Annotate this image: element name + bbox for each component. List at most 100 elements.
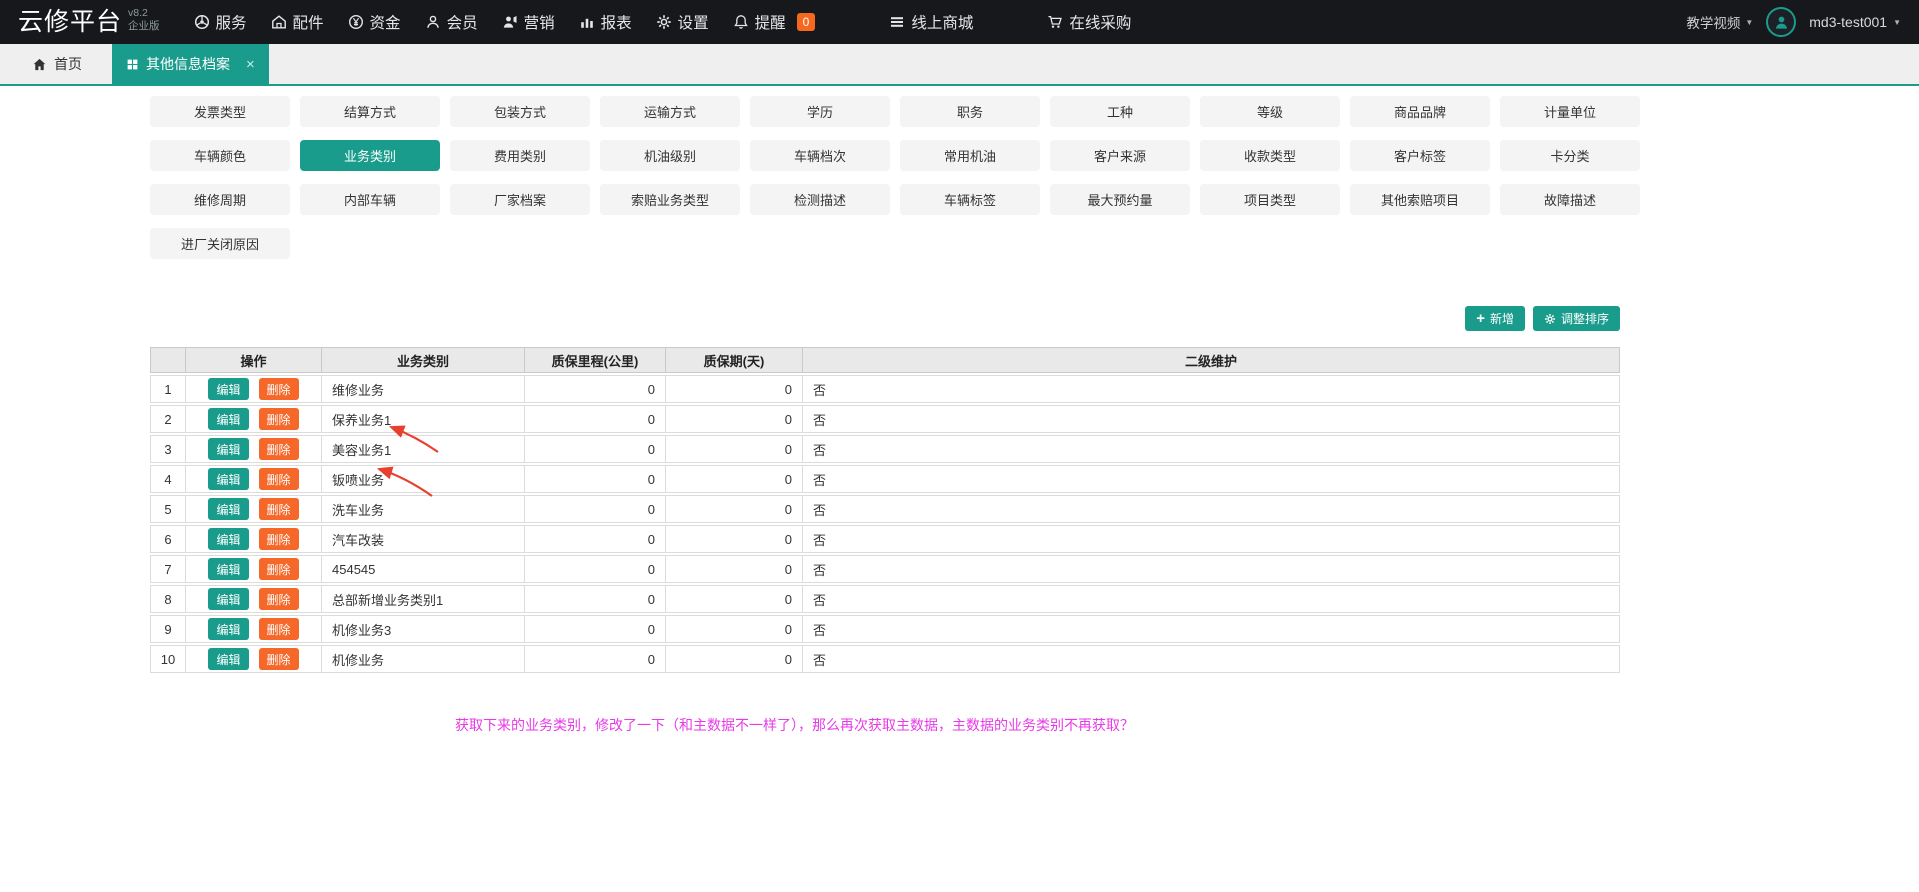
cell-warranty-days: 0 <box>666 615 803 643</box>
edit-button[interactable]: 编辑 <box>208 648 248 670</box>
category-button[interactable]: 其他索赔项目 <box>1350 184 1490 215</box>
tab-other-info-archive[interactable]: 其他信息档案× <box>112 44 269 84</box>
delete-button[interactable]: 删除 <box>259 468 299 490</box>
category-button[interactable]: 等级 <box>1200 96 1340 127</box>
edit-button[interactable]: 编辑 <box>208 498 248 520</box>
cell-warranty-mileage: 0 <box>525 435 666 463</box>
cell-secondary-maintenance: 否 <box>803 585 1620 613</box>
menu-item-label: 资金 <box>370 11 401 33</box>
menu-item-marketing[interactable]: 营销 <box>502 11 555 33</box>
category-button[interactable]: 职务 <box>900 96 1040 127</box>
delete-button[interactable]: 删除 <box>259 498 299 520</box>
delete-button[interactable]: 删除 <box>259 558 299 580</box>
cell-business-type: 维修业务 <box>322 375 525 403</box>
delete-button[interactable]: 删除 <box>259 648 299 670</box>
cell-operations: 编辑删除 <box>186 405 322 433</box>
category-button[interactable]: 故障描述 <box>1500 184 1640 215</box>
delete-button[interactable]: 删除 <box>259 408 299 430</box>
avatar[interactable] <box>1766 7 1796 37</box>
category-button[interactable]: 收款类型 <box>1200 140 1340 171</box>
category-button[interactable]: 车辆档次 <box>750 140 890 171</box>
cell-business-type: 454545 <box>322 555 525 583</box>
edition-label: 企业版 <box>128 20 160 33</box>
delete-button[interactable]: 删除 <box>259 618 299 640</box>
menu-item-members[interactable]: 会员 <box>425 11 478 33</box>
category-button[interactable]: 最大预约量 <box>1050 184 1190 215</box>
edit-button[interactable]: 编辑 <box>208 528 248 550</box>
column-header <box>150 347 186 373</box>
category-button[interactable]: 包装方式 <box>450 96 590 127</box>
menu-item-services[interactable]: 服务 <box>194 11 247 33</box>
category-button[interactable]: 客户标签 <box>1350 140 1490 171</box>
category-button[interactable]: 商品品牌 <box>1350 96 1490 127</box>
category-button[interactable]: 维修周期 <box>150 184 290 215</box>
table-row: 3编辑删除美容业务100否 <box>150 435 1620 463</box>
yen-icon <box>348 14 364 30</box>
menu-item-parts[interactable]: 配件 <box>271 11 324 33</box>
category-button[interactable]: 机油级别 <box>600 140 740 171</box>
cell-secondary-maintenance: 否 <box>803 405 1620 433</box>
category-button[interactable]: 常用机油 <box>900 140 1040 171</box>
category-button[interactable]: 客户来源 <box>1050 140 1190 171</box>
delete-button[interactable]: 删除 <box>259 528 299 550</box>
edit-button[interactable]: 编辑 <box>208 438 248 460</box>
row-index: 10 <box>150 645 186 673</box>
category-button[interactable]: 内部车辆 <box>300 184 440 215</box>
menu-item-label: 线上商城 <box>911 11 973 33</box>
category-button[interactable]: 业务类别 <box>300 140 440 171</box>
menu-item-online-procurement[interactable]: 在线采购 <box>1047 11 1131 33</box>
bell-icon <box>733 14 749 30</box>
tab-close-icon[interactable]: × <box>246 56 255 73</box>
annotation-note: 获取下来的业务类别，修改了一下（和主数据不一样了），那么再次获取主数据，主数据的… <box>455 715 1134 735</box>
cell-operations: 编辑删除 <box>186 555 322 583</box>
menu-item-reports[interactable]: 报表 <box>579 11 632 33</box>
tutorial-videos-link[interactable]: 教学视频 ▼ <box>1686 12 1753 32</box>
category-button[interactable]: 项目类型 <box>1200 184 1340 215</box>
tab-home[interactable]: 首页 <box>14 44 100 84</box>
delete-button[interactable]: 删除 <box>259 588 299 610</box>
edit-button[interactable]: 编辑 <box>208 378 248 400</box>
user-menu[interactable]: md3-test001 ▼ <box>1809 14 1901 30</box>
edit-button[interactable]: 编辑 <box>208 618 248 640</box>
add-button[interactable]: + 新增 <box>1465 306 1525 331</box>
table-row: 6编辑删除汽车改装00否 <box>150 525 1620 553</box>
category-button[interactable]: 检测描述 <box>750 184 890 215</box>
menu-item-online-mall[interactable]: 线上商城 <box>889 11 973 33</box>
category-button[interactable]: 学历 <box>750 96 890 127</box>
wheel-icon <box>194 14 210 30</box>
category-button[interactable]: 工种 <box>1050 96 1190 127</box>
table-row: 9编辑删除机修业务300否 <box>150 615 1620 643</box>
cell-warranty-days: 0 <box>666 405 803 433</box>
category-button[interactable]: 发票类型 <box>150 96 290 127</box>
adjust-sort-button[interactable]: 调整排序 <box>1533 306 1620 331</box>
edit-button[interactable]: 编辑 <box>208 468 248 490</box>
category-button[interactable]: 结算方式 <box>300 96 440 127</box>
category-button[interactable]: 进厂关闭原因 <box>150 228 290 259</box>
cell-warranty-days: 0 <box>666 645 803 673</box>
category-button[interactable]: 卡分类 <box>1500 140 1640 171</box>
cell-operations: 编辑删除 <box>186 495 322 523</box>
delete-button[interactable]: 删除 <box>259 378 299 400</box>
cell-operations: 编辑删除 <box>186 645 322 673</box>
edit-button[interactable]: 编辑 <box>208 408 248 430</box>
category-button[interactable]: 费用类别 <box>450 140 590 171</box>
category-button[interactable]: 车辆标签 <box>900 184 1040 215</box>
edit-button[interactable]: 编辑 <box>208 558 248 580</box>
category-button[interactable]: 索赔业务类型 <box>600 184 740 215</box>
table-row: 4编辑删除钣喷业务00否 <box>150 465 1620 493</box>
category-button[interactable]: 运输方式 <box>600 96 740 127</box>
delete-button[interactable]: 删除 <box>259 438 299 460</box>
cell-operations: 编辑删除 <box>186 585 322 613</box>
row-index: 7 <box>150 555 186 583</box>
row-index: 4 <box>150 465 186 493</box>
row-index: 1 <box>150 375 186 403</box>
menu-item-funds[interactable]: 资金 <box>348 11 401 33</box>
cell-secondary-maintenance: 否 <box>803 645 1620 673</box>
menu-item-reminders[interactable]: 提醒0 <box>733 11 816 33</box>
category-button[interactable]: 车辆颜色 <box>150 140 290 171</box>
topbar-right: 教学视频 ▼ md3-test001 ▼ <box>1686 7 1901 37</box>
category-button[interactable]: 计量单位 <box>1500 96 1640 127</box>
category-button[interactable]: 厂家档案 <box>450 184 590 215</box>
menu-item-settings[interactable]: 设置 <box>656 11 709 33</box>
edit-button[interactable]: 编辑 <box>208 588 248 610</box>
